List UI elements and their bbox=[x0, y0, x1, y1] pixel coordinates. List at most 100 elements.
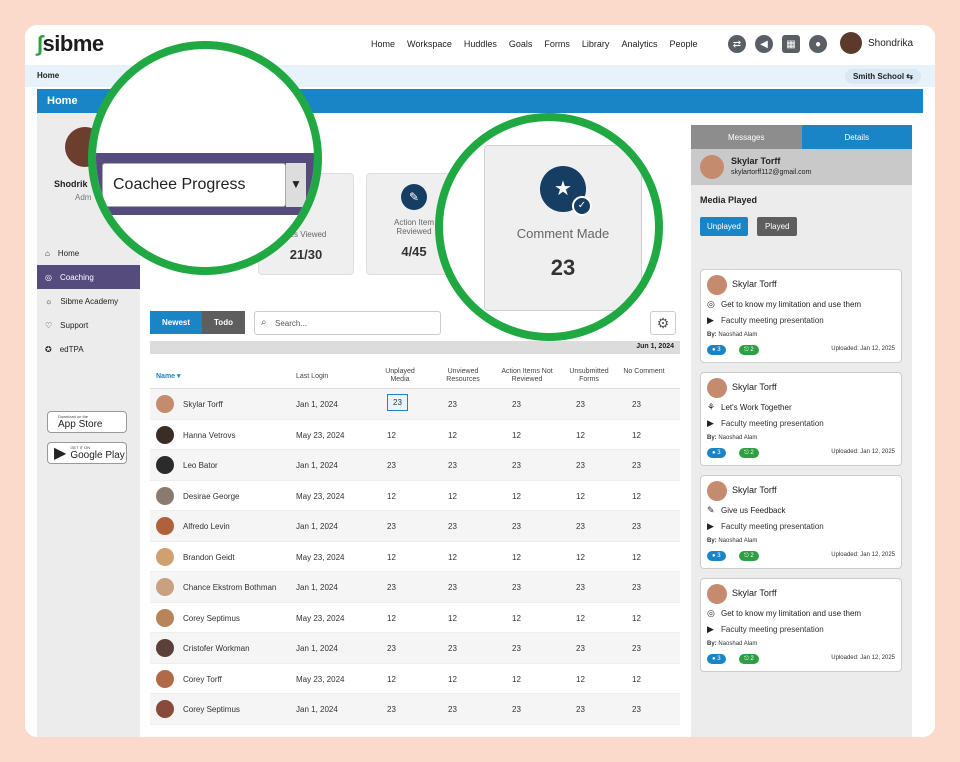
nav-workspace[interactable]: Workspace bbox=[407, 39, 452, 49]
row-count[interactable]: 23 bbox=[512, 705, 521, 714]
sidebar-item-support[interactable]: ♡ Support bbox=[37, 313, 140, 337]
row-count[interactable]: 12 bbox=[576, 492, 585, 501]
row-count[interactable]: 23 bbox=[576, 644, 585, 653]
row-count[interactable]: 23 bbox=[512, 644, 521, 653]
megaphone-icon[interactable]: ◀ bbox=[755, 35, 773, 53]
row-count[interactable]: 23 bbox=[512, 583, 521, 592]
row-count[interactable]: 12 bbox=[448, 431, 457, 440]
tab-newest[interactable]: Newest bbox=[150, 311, 203, 334]
settings-gear-button[interactable]: ⚙ bbox=[650, 311, 676, 335]
row-count[interactable]: 12 bbox=[512, 553, 521, 562]
calendar-icon[interactable]: ▦ bbox=[782, 35, 800, 53]
row-count[interactable]: 23 bbox=[387, 644, 396, 653]
chat-icon[interactable]: ● bbox=[809, 35, 827, 53]
row-count[interactable]: 23 bbox=[512, 461, 521, 470]
media-item[interactable]: Skylar Torff ◎ Get to know my limitation… bbox=[700, 269, 902, 363]
row-count[interactable]: 23 bbox=[448, 400, 457, 409]
table-row[interactable]: Corey Septimus Jan 1, 2024 23 23 23 23 23 bbox=[150, 694, 680, 725]
row-count[interactable]: 23 bbox=[512, 522, 521, 531]
row-count[interactable]: 12 bbox=[448, 553, 457, 562]
row-count[interactable]: 12 bbox=[448, 675, 457, 684]
unplayed-header[interactable]: Unplayed Media bbox=[378, 368, 422, 384]
media-item[interactable]: Skylar Torff ✎ Give us Feedback ▶ Facult… bbox=[700, 475, 902, 569]
row-name[interactable]: Hanna Vetrovs bbox=[183, 431, 235, 440]
row-count[interactable]: 23 bbox=[448, 461, 457, 470]
row-count[interactable]: 23 bbox=[632, 583, 641, 592]
row-count[interactable]: 12 bbox=[576, 675, 585, 684]
row-count[interactable]: 12 bbox=[576, 553, 585, 562]
row-count[interactable]: 23 bbox=[387, 705, 396, 714]
table-row[interactable]: Alfredo Levin Jan 1, 2024 23 23 23 23 23 bbox=[150, 511, 680, 542]
nav-goals[interactable]: Goals bbox=[509, 39, 533, 49]
user-menu[interactable]: Shondrika bbox=[840, 32, 913, 54]
table-row[interactable]: Cristofer Workman Jan 1, 2024 23 23 23 23 23 bbox=[150, 633, 680, 664]
row-count[interactable]: 12 bbox=[632, 675, 641, 684]
row-name[interactable]: Brandon Geidt bbox=[183, 553, 235, 562]
app-store-button[interactable]: Download on the App Store bbox=[47, 411, 127, 433]
coachee-progress-select[interactable]: Coachee Progress bbox=[102, 163, 286, 207]
row-count[interactable]: 23 bbox=[632, 644, 641, 653]
table-row[interactable]: Chance Ekstrom Bothman Jan 1, 2024 23 23 23 2… bbox=[150, 572, 680, 603]
row-name[interactable]: Corey Torff bbox=[183, 675, 222, 684]
row-count[interactable]: 12 bbox=[512, 431, 521, 440]
unviewed-header[interactable]: Unviewed Resources bbox=[438, 368, 488, 384]
row-count[interactable]: 12 bbox=[512, 675, 521, 684]
played-button[interactable]: Played bbox=[757, 217, 798, 236]
row-count[interactable]: 12 bbox=[387, 431, 396, 440]
sidebar-item-home[interactable]: ⌂ Home bbox=[37, 241, 140, 265]
table-row[interactable]: Leo Bator Jan 1, 2024 23 23 23 23 23 bbox=[150, 450, 680, 481]
row-count[interactable]: 12 bbox=[632, 492, 641, 501]
table-row[interactable]: Skylar Torff Jan 1, 2024 23 23 23 23 23 bbox=[150, 389, 680, 420]
row-count[interactable]: 23 bbox=[632, 522, 641, 531]
school-selector[interactable]: Smith School ⇆ bbox=[844, 69, 921, 84]
row-count[interactable]: 23 bbox=[387, 461, 396, 470]
sort-name-header[interactable]: Name ▾ bbox=[156, 373, 181, 381]
row-name[interactable]: Chance Ekstrom Bothman bbox=[183, 583, 276, 592]
row-name[interactable]: Corey Septimus bbox=[183, 705, 240, 714]
row-name[interactable]: Leo Bator bbox=[183, 461, 218, 470]
row-name[interactable]: Skylar Torff bbox=[183, 400, 223, 409]
media-title[interactable]: Let's Work Together bbox=[721, 403, 792, 412]
table-row[interactable]: Brandon Geidt May 23, 2024 12 12 12 12 12 bbox=[150, 542, 680, 572]
media-title[interactable]: Get to know my limitation and use them bbox=[721, 609, 861, 618]
row-count[interactable]: 23 bbox=[387, 394, 408, 411]
nav-people[interactable]: People bbox=[669, 39, 697, 49]
row-name[interactable]: Corey Septimus bbox=[183, 614, 240, 623]
row-count[interactable]: 12 bbox=[632, 431, 641, 440]
table-row[interactable]: Corey Septimus May 23, 2024 12 12 12 12 12 bbox=[150, 603, 680, 633]
sibme-logo[interactable]: ∫sibme bbox=[37, 31, 104, 57]
row-count[interactable]: 23 bbox=[448, 522, 457, 531]
row-count[interactable]: 12 bbox=[512, 614, 521, 623]
row-count[interactable]: 12 bbox=[512, 492, 521, 501]
row-count[interactable]: 23 bbox=[448, 583, 457, 592]
row-count[interactable]: 23 bbox=[576, 705, 585, 714]
row-count[interactable]: 12 bbox=[387, 614, 396, 623]
row-count[interactable]: 12 bbox=[448, 492, 457, 501]
comment-made-card[interactable]: ★ ✓ Comment Made 23 bbox=[484, 145, 642, 311]
sync-icon[interactable]: ⇄ bbox=[728, 35, 746, 53]
row-name[interactable]: Alfredo Levin bbox=[183, 522, 230, 531]
breadcrumb-home[interactable]: Home bbox=[37, 71, 59, 80]
search-input[interactable]: ⌕ Search... bbox=[254, 311, 441, 335]
table-row[interactable]: Hanna Vetrovs May 23, 2024 12 12 12 12 12 bbox=[150, 420, 680, 450]
row-count[interactable]: 23 bbox=[387, 583, 396, 592]
row-count[interactable]: 23 bbox=[632, 461, 641, 470]
tab-todo[interactable]: Todo bbox=[202, 311, 245, 334]
nav-home[interactable]: Home bbox=[371, 39, 395, 49]
row-count[interactable]: 12 bbox=[632, 614, 641, 623]
row-count[interactable]: 12 bbox=[632, 553, 641, 562]
row-count[interactable]: 23 bbox=[448, 644, 457, 653]
row-count[interactable]: 12 bbox=[576, 431, 585, 440]
row-count[interactable]: 12 bbox=[576, 614, 585, 623]
tab-details[interactable]: Details bbox=[801, 125, 912, 149]
table-row[interactable]: Corey Torff May 23, 2024 12 12 12 12 12 bbox=[150, 664, 680, 694]
nav-analytics[interactable]: Analytics bbox=[621, 39, 657, 49]
row-count[interactable]: 12 bbox=[448, 614, 457, 623]
media-item[interactable]: Skylar Torff ◎ Get to know my limitation… bbox=[700, 578, 902, 672]
nav-forms[interactable]: Forms bbox=[544, 39, 570, 49]
row-count[interactable]: 12 bbox=[387, 553, 396, 562]
row-count[interactable]: 23 bbox=[387, 522, 396, 531]
chevron-down-icon[interactable]: ▼ bbox=[286, 163, 306, 207]
row-name[interactable]: Cristofer Workman bbox=[183, 644, 250, 653]
media-title[interactable]: Give us Feedback bbox=[721, 506, 785, 515]
